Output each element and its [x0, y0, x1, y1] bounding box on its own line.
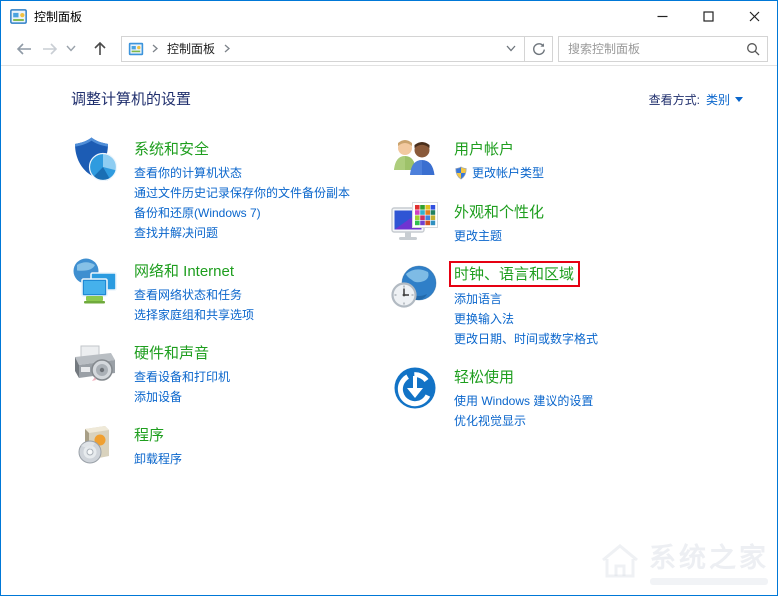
- category-system-security-link-1[interactable]: 查看你的计算机状态: [134, 163, 350, 183]
- control-panel-icon: [10, 8, 27, 25]
- globe-clock-icon[interactable]: [391, 262, 439, 310]
- category-body-user-accounts: 用户帐户更改帐户类型: [454, 136, 544, 184]
- highlight-red-box: 时钟、语言和区域: [449, 261, 581, 287]
- refresh-icon[interactable]: [524, 36, 552, 61]
- uac-shield-icon: [454, 166, 468, 180]
- window-title: 控制面板: [34, 10, 83, 24]
- category-body-appearance-personalization: 外观和个性化 更改主题: [454, 199, 544, 247]
- minimize-button[interactable]: [639, 1, 685, 32]
- category-hardware-sound: 硬件和声音查看设备和打印机 添加设备: [71, 340, 391, 407]
- category-title-network-internet[interactable]: 网络和 Internet: [134, 260, 234, 281]
- left-column: 系统和安全查看你的计算机状态 通过文件历史记录保存你的文件备份副本 备份和还原(Wi…: [71, 136, 391, 485]
- category-system-security-link-2[interactable]: 通过文件历史记录保存你的文件备份副本: [134, 183, 350, 203]
- breadcrumb-control-panel-icon[interactable]: [128, 41, 144, 57]
- category-body-clock-language-region: 时钟、语言和区域添加语言 更换输入法 更改日期、时间或数字格式: [449, 261, 598, 349]
- search-box[interactable]: [558, 35, 768, 62]
- category-clock-language-region-link-3[interactable]: 更改日期、时间或数字格式: [454, 329, 598, 349]
- right-column: 用户帐户 更改帐户类型 外观和个性化 更改主题 时钟、语言和区域 添加语言 更换输入法 更改日…: [391, 136, 743, 485]
- view-by-value: 类别: [705, 93, 730, 107]
- forward-button[interactable]: [37, 36, 63, 62]
- back-button[interactable]: [11, 36, 37, 62]
- category-clock-language-region-link-1[interactable]: 添加语言: [454, 289, 598, 309]
- category-title-appearance-personalization[interactable]: 外观和个性化: [454, 201, 544, 222]
- category-ease-of-access-link-2[interactable]: 优化视觉显示: [454, 411, 593, 431]
- search-icon[interactable]: [746, 42, 760, 56]
- watermark: 系统之家: [597, 536, 769, 585]
- watermark-url-strip: [650, 578, 768, 585]
- category-links-network-internet: 查看网络状态和任务 选择家庭组和共享选项: [134, 285, 254, 325]
- category-links-system-security: 查看你的计算机状态 通过文件历史记录保存你的文件备份副本 备份和还原(Windows…: [134, 163, 350, 243]
- category-network-internet: 网络和 Internet 查看网络状态和任务 选择家庭组和共享选项: [71, 258, 391, 325]
- category-system-security-link-3[interactable]: 备份和还原(Windows 7): [134, 203, 350, 223]
- page-title: 调整计算机的设置: [71, 91, 192, 108]
- control-panel-window: 控制面板 控制面板 搜索控制面板 调整计算机的设置 查看方式: 类别 系统和安全…: [0, 0, 778, 596]
- category-title-ease-of-access[interactable]: 轻松使用: [454, 366, 514, 387]
- shield-security-icon[interactable]: [71, 136, 119, 184]
- content-header: 调整计算机的设置 查看方式: 类别: [71, 88, 743, 109]
- recent-pages-chevron-icon[interactable]: [63, 36, 79, 62]
- category-programs-link-1[interactable]: 卸载程序: [134, 449, 182, 469]
- watermark-text-block: 系统之家: [649, 536, 769, 585]
- dropdown-triangle-icon: [735, 97, 743, 102]
- category-clock-language-region-link-2[interactable]: 更换输入法: [454, 309, 598, 329]
- category-title-clock-language-region[interactable]: 时钟、语言和区域: [454, 263, 574, 284]
- breadcrumb-item-control-panel[interactable]: 控制面板: [161, 40, 221, 57]
- titlebar: 控制面板: [1, 1, 777, 32]
- category-links-programs: 卸载程序: [134, 449, 182, 469]
- category-appearance-personalization-link-1[interactable]: 更改主题: [454, 226, 544, 246]
- category-clock-language-region: 时钟、语言和区域添加语言 更换输入法 更改日期、时间或数字格式: [391, 261, 743, 349]
- ease-of-access-icon[interactable]: [391, 364, 439, 412]
- globe-monitors-icon[interactable]: [71, 258, 119, 306]
- view-by-label: 查看方式:: [648, 93, 700, 107]
- category-body-ease-of-access: 轻松使用使用 Windows 建议的设置 优化视觉显示: [454, 364, 593, 431]
- category-body-network-internet: 网络和 Internet 查看网络状态和任务 选择家庭组和共享选项: [134, 258, 254, 325]
- navigation-toolbar: 控制面板: [1, 32, 777, 66]
- category-title-hardware-sound[interactable]: 硬件和声音: [134, 342, 209, 363]
- maximize-button[interactable]: [685, 1, 731, 32]
- view-by-dropdown[interactable]: 类别: [706, 91, 743, 108]
- watermark-text: 系统之家: [649, 543, 769, 573]
- up-button[interactable]: [87, 36, 113, 62]
- category-body-programs: 程序 卸载程序: [134, 422, 182, 470]
- breadcrumb-chevron-icon[interactable]: [149, 44, 161, 53]
- category-body-hardware-sound: 硬件和声音查看设备和打印机 添加设备: [134, 340, 230, 407]
- category-body-system-security: 系统和安全查看你的计算机状态 通过文件历史记录保存你的文件备份副本 备份和还原(Wi…: [134, 136, 350, 243]
- window-controls: [639, 1, 777, 32]
- category-ease-of-access-link-1[interactable]: 使用 Windows 建议的设置: [454, 391, 593, 411]
- category-ease-of-access: 轻松使用使用 Windows 建议的设置 优化视觉显示: [391, 364, 743, 431]
- category-programs: 程序 卸载程序: [71, 422, 391, 470]
- category-hardware-sound-link-2[interactable]: 添加设备: [134, 387, 230, 407]
- two-users-icon[interactable]: [391, 136, 439, 184]
- category-hardware-sound-link-1[interactable]: 查看设备和打印机: [134, 367, 230, 387]
- monitor-palette-icon[interactable]: [391, 199, 439, 247]
- category-links-clock-language-region: 添加语言 更换输入法 更改日期、时间或数字格式: [454, 289, 598, 349]
- breadcrumb-chevron-icon[interactable]: [221, 44, 233, 53]
- category-links-ease-of-access: 使用 Windows 建议的设置 优化视觉显示: [454, 391, 593, 431]
- category-title-system-security[interactable]: 系统和安全: [134, 138, 209, 159]
- category-system-security: 系统和安全查看你的计算机状态 通过文件历史记录保存你的文件备份副本 备份和还原(Wi…: [71, 136, 391, 243]
- search-input[interactable]: [566, 40, 746, 57]
- close-button[interactable]: [731, 1, 777, 32]
- content-area: 调整计算机的设置 查看方式: 类别 系统和安全查看你的计算机状态 通过文件历史记录…: [1, 66, 777, 595]
- category-appearance-personalization: 外观和个性化 更改主题: [391, 199, 743, 247]
- category-user-accounts: 用户帐户更改帐户类型: [391, 136, 743, 184]
- category-title-programs[interactable]: 程序: [134, 424, 164, 445]
- category-title-user-accounts[interactable]: 用户帐户: [454, 138, 514, 159]
- category-network-internet-link-2[interactable]: 选择家庭组和共享选项: [134, 305, 254, 325]
- category-system-security-link-4[interactable]: 查找并解决问题: [134, 223, 350, 243]
- address-bar[interactable]: 控制面板: [121, 35, 553, 62]
- address-dropdown-chevron-icon[interactable]: [498, 37, 524, 61]
- watermark-house-icon: [597, 540, 643, 582]
- printer-speaker-icon[interactable]: [71, 340, 119, 388]
- category-links-appearance-personalization: 更改主题: [454, 226, 544, 246]
- category-links-hardware-sound: 查看设备和打印机 添加设备: [134, 367, 230, 407]
- software-disc-icon[interactable]: [71, 422, 119, 470]
- category-links-user-accounts: 更改帐户类型: [454, 163, 544, 183]
- category-network-internet-link-1[interactable]: 查看网络状态和任务: [134, 285, 254, 305]
- category-columns: 系统和安全查看你的计算机状态 通过文件历史记录保存你的文件备份副本 备份和还原(Wi…: [71, 136, 743, 485]
- view-by-control: 查看方式: 类别: [649, 91, 743, 108]
- category-user-accounts-link-1[interactable]: 更改帐户类型: [454, 163, 544, 183]
